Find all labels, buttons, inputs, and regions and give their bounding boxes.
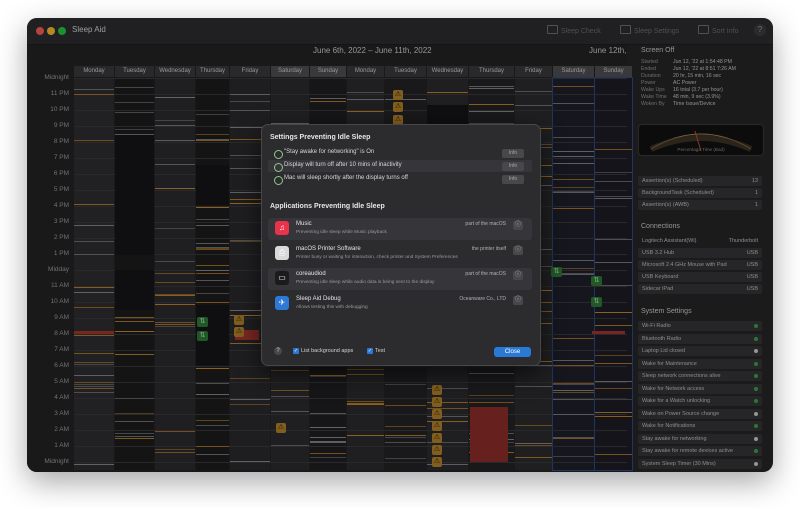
setting-text[interactable]: "Stay awake for networking" is On (284, 149, 374, 155)
test-label: Test (375, 348, 386, 354)
app-source[interactable]: part of the macOS (465, 221, 506, 227)
app-row[interactable]: ▭ coreaudiod Preventing idle sleep while a… (268, 268, 532, 290)
setting-info-button[interactable]: Info (502, 149, 524, 158)
settings-preventing-title: Settings Preventing Idle Sleep (270, 134, 371, 141)
info-icon[interactable]: ⓘ (513, 296, 523, 305)
app-source[interactable]: part of the macOS (465, 271, 506, 277)
app-description[interactable]: Preventing idle sleep while Music playba… (296, 230, 387, 235)
app-description[interactable]: Preventing idle sleep while audio data i… (296, 280, 434, 285)
app-name[interactable]: coreaudiod (296, 271, 326, 277)
close-button[interactable]: Close (494, 347, 531, 357)
terminal-icon[interactable]: ▭ (275, 271, 289, 285)
idle-sleep-dialog: Settings Preventing Idle Sleep "Stay awa… (261, 124, 541, 366)
app-row[interactable]: ♫ Music Preventing idle sleep while Music … (268, 218, 532, 240)
list-background-apps-checkbox[interactable]: ✓ (293, 348, 299, 354)
setting-info-button[interactable]: Info (502, 162, 524, 171)
check-circle-icon[interactable] (274, 163, 283, 172)
app-source[interactable]: Oceanware Co., LTD (459, 296, 506, 302)
check-circle-icon[interactable] (274, 176, 283, 185)
app-row[interactable]: ⎙ macOS Printer Software Printer busy or w… (268, 243, 532, 265)
apps-preventing-title: Applications Preventing Idle Sleep (270, 203, 385, 210)
app-source[interactable]: the printer itself (472, 246, 506, 252)
app-name[interactable]: Music (296, 221, 312, 227)
app-name[interactable]: macOS Printer Software (296, 246, 361, 252)
app-description[interactable]: Printer busy or waiting for interaction,… (296, 255, 458, 260)
check-circle-icon[interactable] (274, 150, 283, 159)
setting-info-button[interactable]: Info (502, 175, 524, 184)
printer-icon[interactable]: ⎙ (275, 246, 289, 260)
sleep-aid-icon[interactable]: ✈ (275, 296, 289, 310)
setting-text[interactable]: Mac will sleep shortly after the display… (284, 175, 408, 181)
app-name[interactable]: Sleep Aid Debug (296, 296, 341, 302)
dialog-help-button[interactable]: ? (274, 347, 282, 355)
music-icon[interactable]: ♫ (275, 221, 289, 235)
info-icon[interactable]: ⓘ (513, 271, 523, 280)
list-background-apps-label: List background apps (301, 348, 354, 354)
app-row[interactable]: ✈ Sleep Aid Debug Allows testing this with… (268, 293, 532, 315)
setting-text[interactable]: Display will turn off after 10 mins of i… (284, 162, 402, 168)
info-icon[interactable]: ⓘ (513, 246, 523, 255)
app-description[interactable]: Allows testing this with debugging (296, 305, 368, 310)
app-window: Sleep Aid Sleep Check Sleep Settings Sor… (27, 18, 773, 472)
info-icon[interactable]: ⓘ (513, 221, 523, 230)
test-checkbox[interactable]: ✓ (367, 348, 373, 354)
